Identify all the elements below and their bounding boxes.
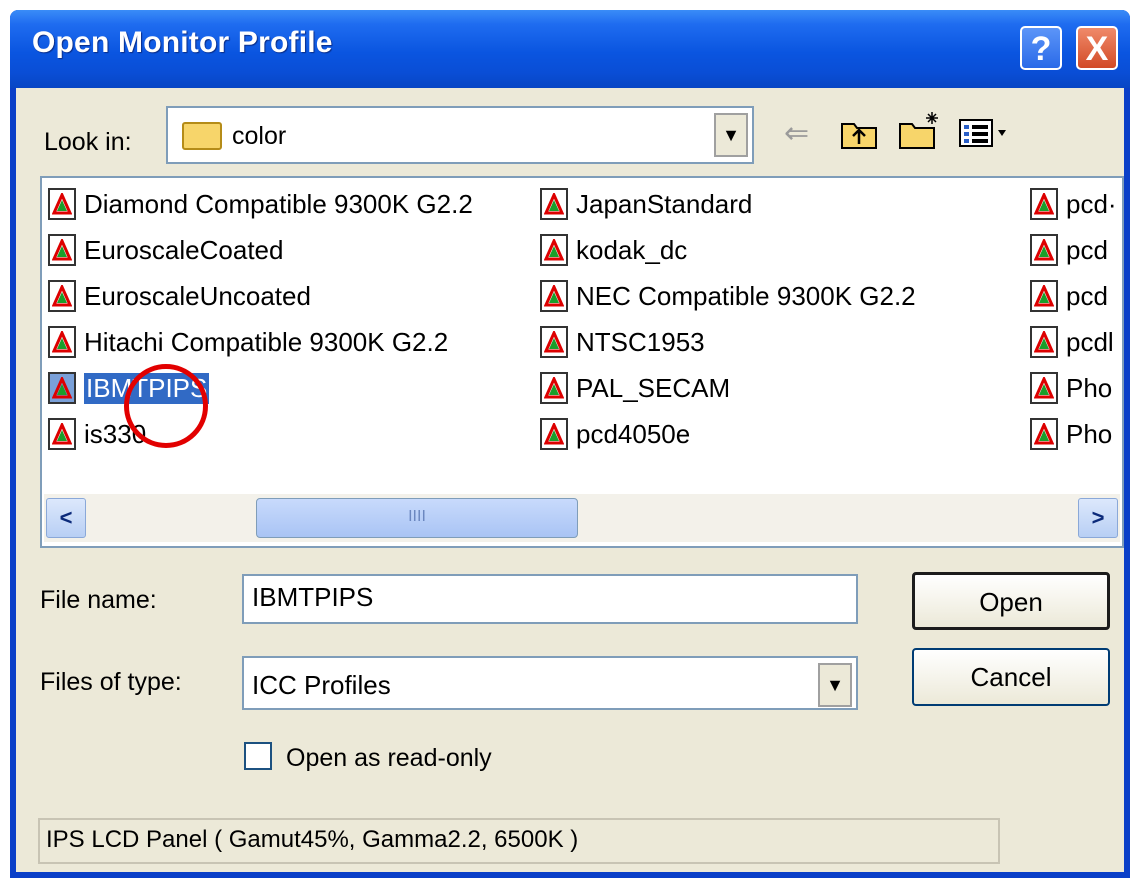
file-item[interactable]: Hitachi Compatible 9300K G2.2 <box>48 322 448 362</box>
cancel-button[interactable]: Cancel <box>912 648 1110 706</box>
icc-profile-icon <box>48 280 76 312</box>
file-item[interactable]: PAL_SECAM <box>540 368 730 408</box>
file-item[interactable]: Pho <box>1030 368 1112 408</box>
annotation-circle <box>124 364 208 448</box>
look-in-combo[interactable]: color ▼ <box>166 106 754 164</box>
icc-profile-icon <box>48 188 76 220</box>
file-item[interactable]: pcd· <box>1030 184 1117 224</box>
icc-profile-icon <box>1030 234 1058 266</box>
file-name: pcd4050e <box>576 418 691 449</box>
file-item[interactable]: EuroscaleUncoated <box>48 276 311 316</box>
file-type-dropdown-button[interactable]: ▼ <box>818 663 852 707</box>
file-name-label: File name: <box>40 586 157 614</box>
file-list[interactable]: Diamond Compatible 9300K G2.2 EuroscaleC… <box>40 176 1124 548</box>
file-name: pcdl <box>1066 326 1114 357</box>
folder-up-icon[interactable] <box>840 116 878 150</box>
window-title: Open Monitor Profile <box>32 26 333 59</box>
file-name: kodak_dc <box>576 234 688 265</box>
icc-profile-icon <box>48 326 76 358</box>
dialog-body: Look in: color ▼ ⇐ Diamond Compatible 93… <box>16 88 1124 872</box>
file-item[interactable]: pcd4050e <box>540 414 690 454</box>
file-name: NEC Compatible 9300K G2.2 <box>576 280 916 311</box>
icc-profile-icon <box>540 372 568 404</box>
file-name: EuroscaleUncoated <box>84 280 311 311</box>
file-name: pcd· <box>1066 188 1117 219</box>
new-folder-icon[interactable] <box>898 110 942 150</box>
scroll-left-button[interactable]: < <box>46 498 86 538</box>
file-item[interactable]: EuroscaleCoated <box>48 230 283 270</box>
title-bar[interactable]: Open Monitor Profile ? X <box>10 10 1130 88</box>
read-only-label[interactable]: Open as read-only <box>286 744 492 773</box>
file-item[interactable]: Pho <box>1030 414 1112 454</box>
horizontal-scrollbar[interactable]: < IIII > <box>44 494 1120 542</box>
file-item[interactable]: JapanStandard <box>540 184 752 224</box>
file-name: Pho <box>1066 372 1113 403</box>
help-button[interactable]: ? <box>1020 26 1062 70</box>
file-item[interactable]: pcd <box>1030 230 1108 270</box>
icc-profile-icon <box>1030 188 1058 220</box>
file-name: Diamond Compatible 9300K G2.2 <box>84 188 473 219</box>
file-type-label: Files of type: <box>40 668 182 696</box>
views-menu-icon[interactable] <box>958 116 1018 150</box>
look-in-label: Look in: <box>44 128 132 156</box>
back-button[interactable]: ⇐ <box>784 116 809 151</box>
scroll-right-button[interactable]: > <box>1078 498 1118 538</box>
icc-profile-icon <box>540 280 568 312</box>
read-only-checkbox[interactable] <box>244 742 272 770</box>
file-name: Pho <box>1066 418 1113 449</box>
file-item[interactable]: pcd <box>1030 276 1108 316</box>
file-name: JapanStandard <box>576 188 753 219</box>
icc-profile-icon <box>540 234 568 266</box>
file-item[interactable]: NEC Compatible 9300K G2.2 <box>540 276 916 316</box>
icc-profile-icon <box>540 418 568 450</box>
file-type-value: ICC Profiles <box>252 670 391 700</box>
file-name: pcd <box>1066 280 1108 311</box>
profile-description: IPS LCD Panel ( Gamut45%, Gamma2.2, 6500… <box>38 818 1000 864</box>
icc-profile-icon <box>1030 372 1058 404</box>
icc-profile-icon <box>48 372 76 404</box>
file-name: EuroscaleCoated <box>84 234 284 265</box>
icc-profile-icon <box>540 188 568 220</box>
folder-icon <box>182 122 222 150</box>
file-item[interactable]: kodak_dc <box>540 230 687 270</box>
file-name: pcd <box>1066 234 1108 265</box>
file-name: Hitachi Compatible 9300K G2.2 <box>84 326 449 357</box>
look-in-dropdown-button[interactable]: ▼ <box>714 113 748 157</box>
look-in-value: color <box>232 122 287 150</box>
file-type-select[interactable]: ICC Profiles ▼ <box>242 656 858 710</box>
file-item[interactable]: pcdl <box>1030 322 1114 362</box>
icc-profile-icon <box>1030 418 1058 450</box>
icc-profile-icon <box>48 418 76 450</box>
file-item[interactable]: NTSC1953 <box>540 322 705 362</box>
close-button[interactable]: X <box>1076 26 1118 70</box>
open-button[interactable]: Open <box>912 572 1110 630</box>
icc-profile-icon <box>540 326 568 358</box>
file-name: PAL_SECAM <box>576 372 731 403</box>
icc-profile-icon <box>48 234 76 266</box>
icc-profile-icon <box>1030 326 1058 358</box>
icc-profile-icon <box>1030 280 1058 312</box>
file-name: NTSC1953 <box>576 326 705 357</box>
file-name-input[interactable]: IBMTPIPS <box>242 574 858 624</box>
file-item[interactable]: Diamond Compatible 9300K G2.2 <box>48 184 473 224</box>
scroll-thumb[interactable]: IIII <box>256 498 578 538</box>
